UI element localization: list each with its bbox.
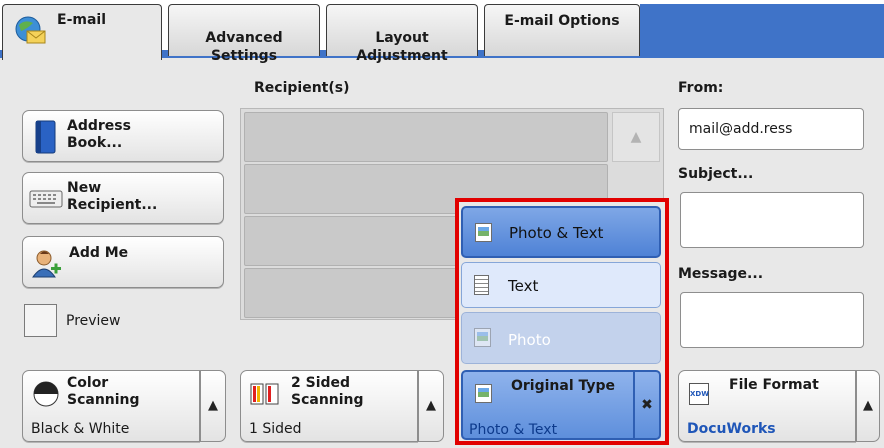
original-type-button[interactable]: Original Type Photo & Text [461, 370, 635, 440]
chevron-up-icon: ▲ [863, 398, 873, 413]
preview-label: Preview [66, 313, 121, 329]
color-scanning-button[interactable]: Color Scanning Black & White [22, 370, 200, 442]
two-sided-scanning-title: 2 Sided Scanning [291, 375, 364, 408]
from-field[interactable]: mail@add.ress [678, 108, 864, 150]
two-sided-scanning-value: 1 Sided [249, 421, 302, 437]
add-me-button[interactable]: Add Me [22, 236, 224, 288]
option-photo: Photo [461, 312, 661, 364]
tab-bar-fill [640, 4, 884, 56]
add-me-label: Add Me [69, 245, 129, 261]
from-value: mail@add.ress [689, 121, 793, 137]
option-photo-and-text-label: Photo & Text [509, 224, 604, 242]
email-icon [13, 15, 47, 45]
tab-email-options-label: E-mail Options [504, 13, 620, 29]
color-scanning-expand-button[interactable]: ▲ [200, 370, 226, 442]
tab-email-label: E-mail [57, 12, 107, 28]
option-photo-and-text[interactable]: Photo & Text [461, 206, 661, 258]
message-label[interactable]: Message... [678, 266, 763, 282]
new-recipient-button[interactable]: New Recipient... [22, 172, 224, 224]
option-text[interactable]: Text [461, 262, 661, 308]
original-type-value: Photo & Text [469, 422, 558, 438]
original-type-icon [475, 384, 492, 403]
file-format-button[interactable]: XDW File Format DocuWorks [678, 370, 856, 442]
scroll-up-icon: ▲ [630, 129, 642, 145]
address-book-label: Address Book... [67, 118, 131, 151]
close-icon: ✖ [641, 397, 653, 413]
message-field[interactable] [680, 292, 864, 348]
chevron-up-icon: ▲ [208, 398, 218, 413]
tab-email[interactable]: E-mail [2, 4, 162, 60]
recipient-row-1[interactable] [244, 112, 608, 162]
photo-text-icon [475, 223, 492, 242]
keyboard-icon [29, 187, 63, 211]
preview-checkbox[interactable] [24, 304, 57, 337]
two-sided-icon [249, 381, 281, 407]
add-person-icon [31, 249, 63, 279]
chevron-up-icon: ▲ [426, 398, 436, 413]
subject-field[interactable] [680, 192, 864, 248]
color-scanning-value: Black & White [31, 421, 130, 437]
color-mode-icon [31, 379, 61, 409]
file-format-title: File Format [729, 377, 819, 393]
two-sided-scanning-button[interactable]: 2 Sided Scanning 1 Sided [240, 370, 418, 442]
original-type-title: Original Type [511, 378, 616, 394]
option-photo-label: Photo [508, 331, 551, 349]
from-label: From: [678, 80, 724, 96]
file-format-expand-button[interactable]: ▲ [856, 370, 880, 442]
new-recipient-label: New Recipient... [67, 180, 158, 213]
tab-layout-adjustment[interactable]: Layout Adjustment [326, 4, 478, 64]
xdw-file-icon: XDW [689, 383, 709, 405]
color-scanning-title: Color Scanning [67, 375, 140, 408]
original-type-close-button[interactable]: ✖ [635, 370, 661, 440]
recipients-header: Recipient(s) [254, 80, 350, 96]
option-text-label: Text [508, 277, 539, 295]
tab-advanced-settings-label: Advanced Settings [205, 30, 283, 64]
recipient-scroll-up-button[interactable]: ▲ [612, 112, 660, 162]
subject-label[interactable]: Subject... [678, 166, 753, 182]
tab-email-options[interactable]: E-mail Options [484, 4, 640, 56]
file-format-value: DocuWorks [687, 421, 776, 437]
address-book-button[interactable]: Address Book... [22, 110, 224, 162]
photo-icon [474, 328, 491, 347]
tab-layout-adjustment-label: Layout Adjustment [356, 30, 448, 64]
two-sided-scanning-expand-button[interactable]: ▲ [418, 370, 444, 442]
text-document-icon [474, 275, 489, 295]
tab-advanced-settings[interactable]: Advanced Settings [168, 4, 320, 64]
book-icon [33, 119, 57, 155]
